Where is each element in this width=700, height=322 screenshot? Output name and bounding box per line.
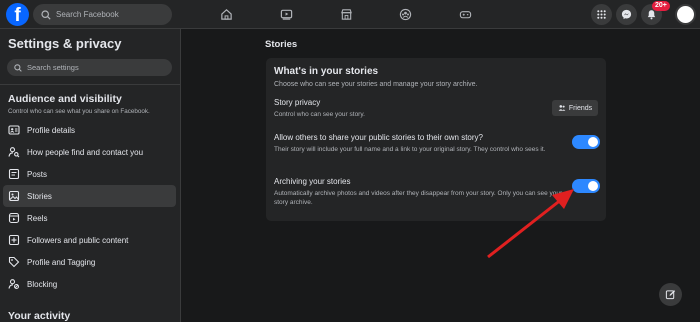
sidebar-item-profile-details[interactable]: Profile details bbox=[3, 119, 176, 141]
compose-button[interactable] bbox=[659, 283, 682, 306]
story-privacy-button[interactable]: Friends bbox=[552, 100, 598, 116]
sidebar-item-blocking[interactable]: Blocking bbox=[3, 273, 176, 295]
page-title: Stories bbox=[265, 39, 298, 50]
groups-icon[interactable] bbox=[397, 6, 413, 22]
gaming-icon[interactable] bbox=[457, 6, 473, 22]
allow-share-desc: Their story will include your full name … bbox=[274, 146, 546, 153]
story-privacy-desc: Control who can see your story. bbox=[274, 111, 365, 118]
toggle-knob bbox=[588, 137, 598, 147]
story-privacy-button-label: Friends bbox=[568, 104, 593, 112]
section-subtitle: Control who can see what you share on Fa… bbox=[8, 108, 150, 115]
facebook-search[interactable] bbox=[33, 4, 172, 25]
block-icon bbox=[8, 279, 19, 289]
person-search-icon bbox=[8, 147, 20, 158]
stories-settings-card: What's in your stories Choose who can se… bbox=[266, 58, 606, 221]
sidebar-item-reels[interactable]: Reels bbox=[3, 207, 176, 229]
sidebar-item-label: Profile details bbox=[27, 125, 76, 135]
sidebar-item-stories[interactable]: Stories bbox=[3, 185, 176, 207]
card-subtitle: Choose who can see your stories and mana… bbox=[274, 81, 478, 88]
sidebar-item-label: Followers and public content bbox=[27, 235, 129, 245]
card-title: What's in your stories bbox=[274, 66, 379, 77]
archiving-title: Archiving your stories bbox=[274, 177, 351, 186]
sidebar-item-label: Posts bbox=[27, 169, 48, 179]
sidebar-divider bbox=[0, 84, 180, 85]
stories-icon bbox=[8, 190, 20, 202]
search-icon bbox=[41, 9, 51, 20]
facebook-search-input[interactable] bbox=[56, 10, 166, 19]
sidebar-item-label: Stories bbox=[27, 191, 52, 201]
top-bar: f 20+ bbox=[0, 0, 700, 29]
allow-share-toggle[interactable] bbox=[572, 135, 600, 149]
story-privacy-title: Story privacy bbox=[274, 98, 321, 107]
archiving-desc: Automatically archive photos and videos … bbox=[274, 190, 563, 206]
avatar[interactable] bbox=[675, 4, 696, 25]
compose-icon bbox=[665, 290, 676, 300]
sidebar-item-label: Profile and Tagging bbox=[27, 257, 96, 267]
tag-icon bbox=[8, 256, 20, 268]
sidebar-item-followers[interactable]: Followers and public content bbox=[3, 229, 176, 251]
section-title: Audience and visibility bbox=[8, 93, 122, 105]
toggle-knob bbox=[588, 181, 598, 191]
profile-card-icon bbox=[8, 125, 20, 135]
sidebar-item-posts[interactable]: Posts bbox=[3, 163, 176, 185]
sidebar-item-find-contact[interactable]: How people find and contact you bbox=[3, 141, 176, 163]
reels-icon bbox=[8, 212, 20, 224]
home-icon[interactable] bbox=[218, 6, 234, 22]
archiving-toggle[interactable] bbox=[572, 179, 600, 193]
marketplace-icon[interactable] bbox=[338, 6, 354, 22]
search-icon bbox=[14, 63, 22, 72]
sidebar-item-label: How people find and contact you bbox=[27, 147, 144, 157]
friends-icon bbox=[558, 105, 566, 111]
facebook-logo[interactable]: f bbox=[6, 3, 29, 26]
sidebar-title: Settings & privacy bbox=[8, 36, 122, 51]
messenger-icon[interactable] bbox=[616, 4, 637, 25]
menu-grid-icon[interactable] bbox=[591, 4, 612, 25]
settings-search[interactable] bbox=[7, 59, 172, 76]
sidebar-item-label: Reels bbox=[27, 213, 48, 223]
video-icon[interactable] bbox=[278, 6, 294, 22]
section-title-activity: Your activity bbox=[8, 310, 71, 322]
posts-icon bbox=[8, 168, 20, 180]
followers-icon bbox=[8, 234, 20, 246]
sidebar-item-label: Blocking bbox=[27, 279, 58, 289]
sidebar-item-profile-tagging[interactable]: Profile and Tagging bbox=[3, 251, 176, 273]
settings-sidebar: Settings & privacy Audience and visibili… bbox=[0, 29, 181, 322]
allow-share-title: Allow others to share your public storie… bbox=[274, 133, 483, 142]
notification-badge: 20+ bbox=[652, 1, 670, 11]
settings-search-input[interactable] bbox=[27, 63, 167, 72]
